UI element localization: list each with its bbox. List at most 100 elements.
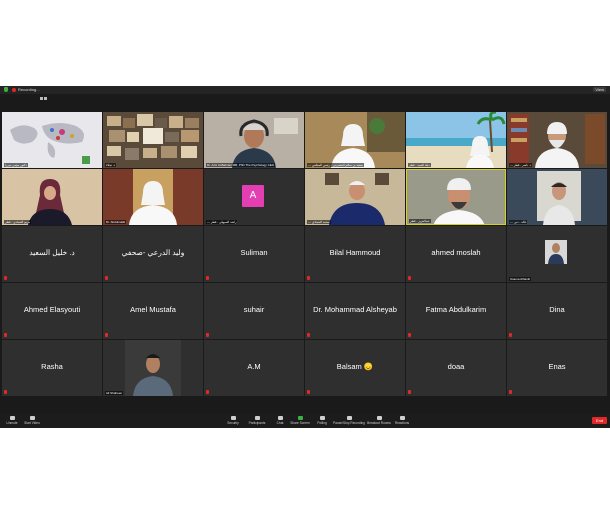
participant-caption: Usama Alhaniti (509, 277, 532, 281)
beach-background-video (406, 112, 506, 168)
recording-indicator[interactable]: Recording... (12, 87, 40, 92)
participant-name: Suliman (240, 248, 268, 257)
pause-icon[interactable] (40, 97, 43, 100)
participant-caption: Dr. Aziz Al-Bahrani MB, PhD The Psycholo… (206, 163, 276, 167)
participant-tile[interactable]: Balsam 😞 (305, 340, 405, 396)
participant-video (507, 226, 607, 282)
poll-icon (319, 416, 325, 420)
photo-collage-video (103, 112, 203, 168)
participant-name: Bilal Hammoud (329, 248, 381, 257)
view-button[interactable]: View (593, 87, 606, 92)
participant-caption: مريم الحمادي - قطر (4, 220, 32, 224)
participant-name: Dr. Mohammad Alsheyab (313, 305, 397, 314)
video-tile[interactable]: د. نجلاء (103, 112, 203, 168)
participant-tile[interactable]: Dina (507, 283, 607, 339)
video-tile[interactable]: دكتور مؤمن ميرزا (2, 112, 102, 168)
participant-caption: — د. ناصر - قطر (509, 163, 533, 167)
participant-caption: — محمد الحمادي (307, 220, 331, 224)
muted-mic-icon (408, 333, 411, 337)
participant-name: Dina (549, 305, 565, 314)
participant-tile[interactable]: Ahmed Elasyouti (2, 283, 102, 339)
muted-mic-icon (105, 333, 108, 337)
participant-tile[interactable]: Fatma Abdulkarim (406, 283, 506, 339)
participant-video (305, 112, 405, 168)
participants-button[interactable]: Participants (245, 416, 269, 425)
muted-mic-icon (509, 390, 512, 394)
muted-mic-icon (307, 333, 310, 337)
world-map-video (2, 112, 102, 168)
gallery-grid: دكتور مؤمن ميرزا د. نجلاء Dr. Aziz Al-Ba… (2, 112, 608, 400)
avatar: A (242, 185, 264, 207)
participant-tile-avatar[interactable]: A — راشد السيهلي - قطر (204, 169, 304, 225)
video-tile[interactable]: — د. ناصر - قطر (507, 112, 607, 168)
active-speaker-tile[interactable]: عبدالعزيز - قطر (406, 169, 506, 225)
participant-name: suhair (243, 305, 265, 314)
muted-mic-icon (408, 276, 411, 280)
video-tile[interactable]: ديلة السيد - قطر (406, 112, 506, 168)
video-tile[interactable]: Ali Shaheen (103, 340, 203, 396)
participant-name: doaa (447, 362, 465, 371)
participant-tile[interactable]: Rasha (2, 340, 102, 396)
participant-tile[interactable]: Bilal Hammoud (305, 226, 405, 282)
participant-name: Fatma Abdulkarim (425, 305, 487, 314)
reactions-button[interactable]: Reactions (390, 416, 414, 425)
security-button[interactable]: Security (221, 416, 245, 425)
start-video-button[interactable]: Start Video (20, 416, 44, 425)
video-tile[interactable]: — خالد - دبي (507, 169, 607, 225)
pause-stop-icon (346, 416, 352, 420)
muted-mic-icon (509, 333, 512, 337)
video-tile[interactable]: Dr. Abdulmalik (103, 169, 203, 225)
record-dot-icon (12, 87, 16, 92)
participant-tile[interactable]: Dr. Mohammad Alsheyab (305, 283, 405, 339)
participant-caption: — سعيد بن سالم الحضرمي - رئيس المجلس (307, 163, 365, 167)
participant-name: Ahmed Elasyouti (23, 305, 81, 314)
meeting-controls-bar: Unmute Start Video Security Participants… (0, 414, 610, 428)
video-tile[interactable]: Dr. Aziz Al-Bahrani MB, PhD The Psycholo… (204, 112, 304, 168)
participant-tile[interactable]: وليد الدرعي -صحفي (103, 226, 203, 282)
muted-mic-icon (408, 390, 411, 394)
participant-tile[interactable]: ahmed moslah (406, 226, 506, 282)
muted-mic-icon (4, 390, 7, 394)
security-shield-icon (4, 87, 8, 92)
participant-video (507, 112, 607, 168)
participant-video (305, 169, 405, 225)
participant-name: Amel Mustafa (130, 305, 176, 314)
participant-video (103, 169, 203, 225)
participant-tile[interactable]: Amel Mustafa (103, 283, 203, 339)
muted-mic-icon (4, 333, 7, 337)
participant-video (204, 112, 304, 168)
participant-name: Balsam 😞 (336, 362, 374, 371)
participant-tile[interactable]: Enas (507, 340, 607, 396)
share-screen-button[interactable]: Share Screen (288, 416, 312, 425)
participant-tile[interactable]: A.M (204, 340, 304, 396)
people-icon (254, 416, 260, 420)
video-tile[interactable]: — سعيد بن سالم الحضرمي - رئيس المجلس (305, 112, 405, 168)
participant-name: وليد الدرعي -صحفي (121, 248, 185, 257)
video-tile[interactable]: Usama Alhaniti (507, 226, 607, 282)
video-tile[interactable]: — محمد الحمادي (305, 169, 405, 225)
participant-video (507, 169, 607, 225)
participant-video (2, 169, 102, 225)
participant-video (407, 170, 505, 224)
end-meeting-button[interactable]: End (592, 417, 607, 424)
participant-caption: Dr. Abdulmalik (105, 220, 127, 224)
pause-stop-recording-button[interactable]: Pause/Stop Recording (330, 416, 368, 425)
smiley-icon (399, 416, 405, 420)
muted-mic-icon (206, 276, 209, 280)
stop-icon[interactable] (44, 97, 47, 100)
participant-tile[interactable]: doaa (406, 340, 506, 396)
participant-caption: د. نجلاء (105, 163, 116, 167)
participant-tile[interactable]: Suliman (204, 226, 304, 282)
participant-caption: — راشد السيهلي - قطر (206, 220, 238, 224)
participant-caption: — خالد - دبي (509, 220, 528, 224)
muted-mic-icon (4, 276, 7, 280)
muted-mic-icon (206, 333, 209, 337)
recording-controls[interactable] (40, 87, 50, 100)
participant-tile[interactable]: suhair (204, 283, 304, 339)
participant-caption: دكتور مؤمن ميرزا (4, 163, 28, 167)
video-tile[interactable]: مريم الحمادي - قطر (2, 169, 102, 225)
participant-tile[interactable]: د. خليل السعيد (2, 226, 102, 282)
top-bar: Recording... View (0, 86, 610, 100)
participant-name: ahmed moslah (431, 248, 481, 257)
camera-icon (29, 416, 35, 420)
